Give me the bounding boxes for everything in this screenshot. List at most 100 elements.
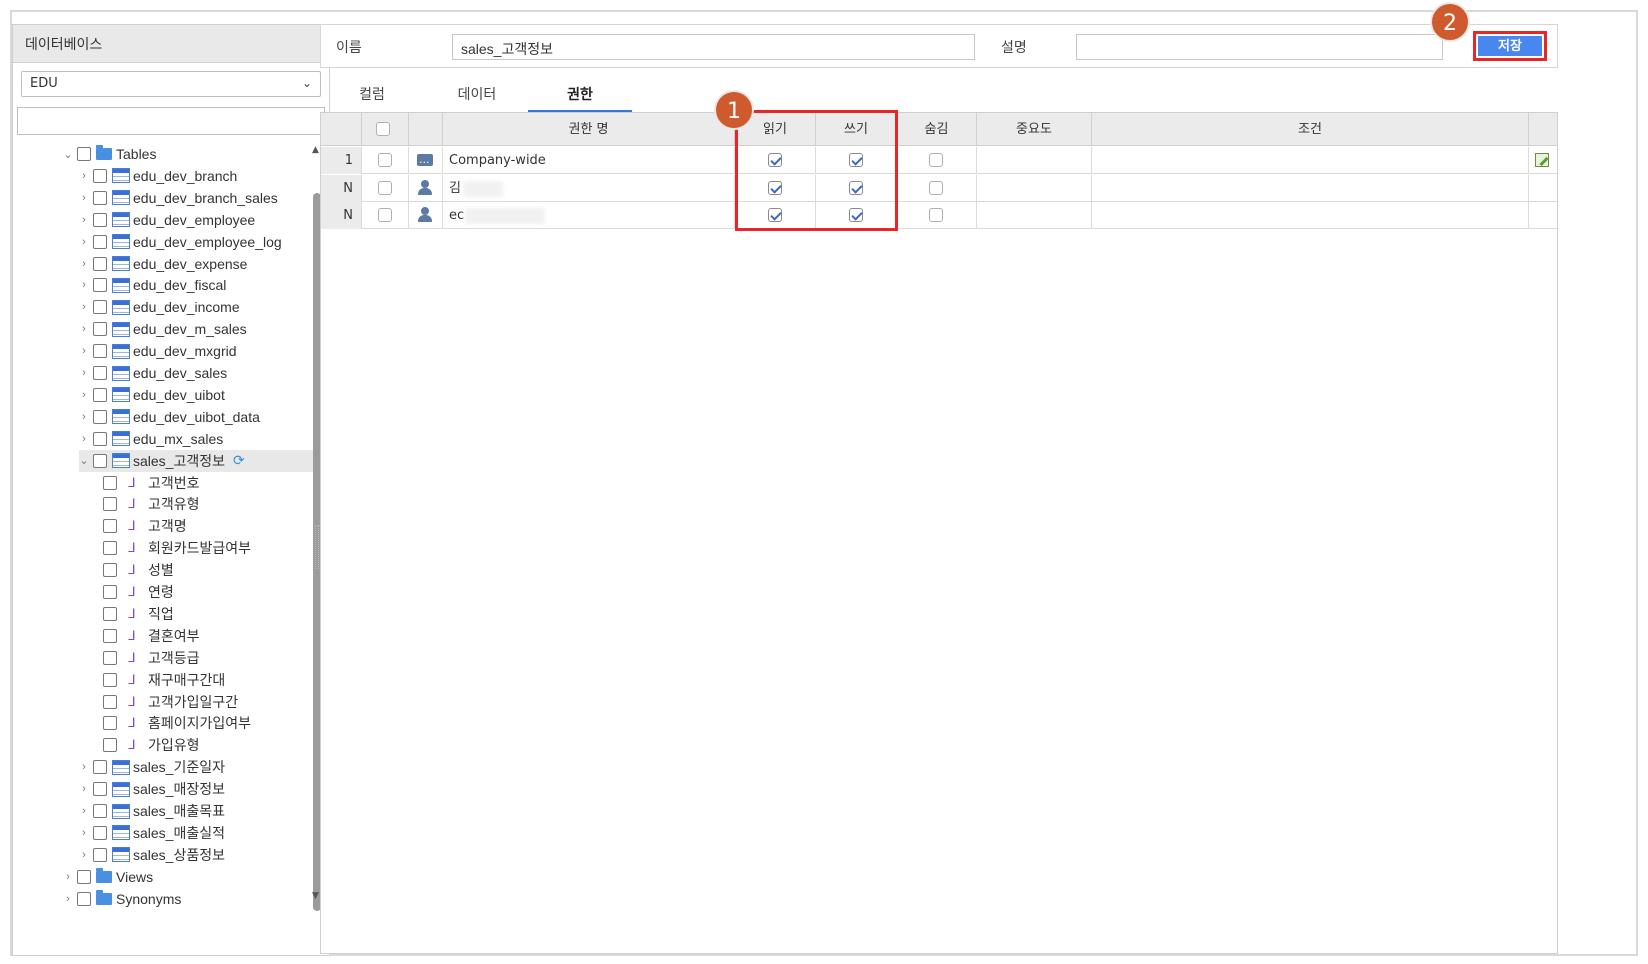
tree-table[interactable]: › edu_dev_expense	[79, 253, 313, 275]
tree-checkbox[interactable]	[93, 431, 107, 446]
row-select-checkbox[interactable]	[377, 180, 392, 195]
chevron-right-icon[interactable]: ›	[79, 170, 89, 182]
tree-column[interactable]: ⅃ 연령	[103, 581, 313, 603]
chevron-right-icon[interactable]: ›	[79, 279, 89, 291]
tree-checkbox[interactable]	[93, 366, 107, 380]
cell-importance[interactable]	[977, 202, 1092, 229]
tree-checkbox[interactable]	[103, 519, 117, 534]
database-select[interactable]: EDU ⌄	[21, 71, 321, 97]
tree-column[interactable]: ⅃ 회원카드발급여부	[103, 537, 313, 559]
chevron-right-icon[interactable]: ›	[79, 345, 89, 357]
scroll-down-icon[interactable]: ▼	[312, 891, 319, 901]
tree-checkbox[interactable]	[103, 585, 117, 599]
tree-table[interactable]: › sales_매장정보	[79, 778, 313, 800]
tree-checkbox[interactable]	[93, 300, 107, 315]
chevron-right-icon[interactable]: ›	[63, 871, 73, 883]
chevron-right-icon[interactable]: ›	[79, 367, 89, 379]
chevron-right-icon[interactable]: ›	[79, 258, 89, 270]
table-row[interactable]: 1 Company-wide	[321, 147, 1557, 176]
tree-checkbox[interactable]	[93, 409, 107, 424]
tree-column[interactable]: ⅃ 홈페이지가입여부	[103, 712, 313, 734]
tree-checkbox[interactable]	[93, 804, 107, 818]
tree-folder-synonyms[interactable]: › Synonyms	[63, 888, 313, 910]
tree-table[interactable]: › sales_매출실적	[79, 822, 313, 844]
description-field[interactable]	[1076, 34, 1443, 60]
tree-checkbox[interactable]	[93, 234, 107, 249]
tree-column[interactable]: ⅃ 성별	[103, 559, 313, 581]
tree-checkbox[interactable]	[93, 825, 107, 840]
chevron-right-icon[interactable]: ›	[79, 323, 89, 335]
tree-table[interactable]: › edu_dev_uibot_data	[79, 406, 313, 428]
chevron-right-icon[interactable]: ›	[79, 411, 89, 423]
tree-table[interactable]: › edu_dev_employee	[79, 209, 313, 231]
name-field[interactable]: sales_고객정보	[452, 34, 975, 60]
tree-folder-views[interactable]: › Views	[63, 866, 313, 888]
scroll-up-icon[interactable]: ▲	[312, 145, 319, 155]
tree-checkbox[interactable]	[93, 453, 107, 468]
tree-checkbox[interactable]	[103, 563, 117, 578]
cell-condition[interactable]	[1092, 202, 1529, 229]
tab-columns[interactable]: 컬럼	[348, 80, 396, 112]
select-all-checkbox[interactable]	[376, 122, 390, 136]
chevron-right-icon[interactable]: ›	[79, 783, 89, 795]
tree-column[interactable]: ⅃ 결혼여부	[103, 625, 313, 647]
tree-checkbox[interactable]	[93, 847, 107, 862]
tree-checkbox[interactable]	[103, 716, 117, 731]
tree-table[interactable]: › edu_dev_branch_sales	[79, 187, 313, 209]
tree-checkbox[interactable]	[93, 190, 107, 205]
tree-table[interactable]: › sales_상품정보	[79, 844, 313, 866]
tree-checkbox[interactable]	[93, 168, 107, 183]
tab-permissions[interactable]: 권한	[528, 80, 632, 112]
tree-checkbox[interactable]	[103, 475, 117, 490]
tree-checkbox[interactable]	[103, 650, 117, 665]
tree-table-selected[interactable]: ⌄ sales_고객정보 ⟳	[79, 449, 313, 472]
cell-importance[interactable]	[977, 174, 1092, 202]
table-row[interactable]: N김	[321, 174, 1557, 202]
cell-condition[interactable]	[1092, 174, 1529, 202]
tree-table[interactable]: › edu_dev_income	[79, 296, 313, 318]
edit-icon[interactable]	[1535, 153, 1549, 167]
tree-column[interactable]: ⅃ 고객명	[103, 515, 313, 537]
tree-checkbox[interactable]	[93, 278, 107, 293]
tree-checkbox[interactable]	[93, 212, 107, 227]
tree-checkbox[interactable]	[93, 256, 107, 271]
tree-filter-input[interactable]	[17, 107, 325, 135]
cell-importance[interactable]	[977, 147, 1092, 174]
row-select-checkbox[interactable]	[377, 153, 392, 167]
chevron-right-icon[interactable]: ›	[79, 827, 89, 839]
tree-column[interactable]: ⅃ 고객유형	[103, 493, 313, 515]
tree-table[interactable]: › edu_dev_mxgrid	[79, 340, 313, 362]
chevron-right-icon[interactable]: ›	[79, 214, 89, 226]
tree-column[interactable]: ⅃ 가입유형	[103, 734, 313, 756]
hide-checkbox[interactable]	[929, 153, 943, 167]
chevron-right-icon[interactable]: ›	[79, 301, 89, 313]
tree-checkbox[interactable]	[103, 606, 117, 621]
tree-column[interactable]: ⅃ 재구매구간대	[103, 669, 313, 691]
chevron-down-icon[interactable]: ⌄	[79, 454, 89, 467]
chevron-right-icon[interactable]: ›	[79, 192, 89, 204]
tree-checkbox[interactable]	[93, 344, 107, 359]
tree-checkbox[interactable]	[93, 387, 107, 402]
tree-column[interactable]: ⅃ 고객번호	[103, 472, 313, 494]
tree-checkbox[interactable]	[103, 541, 117, 556]
tree-checkbox[interactable]	[103, 694, 117, 709]
hide-checkbox[interactable]	[929, 180, 943, 195]
tree-checkbox[interactable]	[103, 738, 117, 753]
tree-table[interactable]: › edu_dev_fiscal	[79, 274, 313, 296]
tree-table[interactable]: › edu_dev_uibot	[79, 384, 313, 406]
chevron-right-icon[interactable]: ›	[79, 805, 89, 817]
tab-data[interactable]: 데이터	[446, 80, 508, 112]
tree-checkbox[interactable]	[93, 322, 107, 337]
tree-folder-tables[interactable]: ⌄ Tables	[63, 143, 313, 165]
save-button[interactable]: 저장	[1478, 36, 1542, 56]
tree-checkbox[interactable]	[77, 891, 91, 906]
tree-column[interactable]: ⅃ 고객등급	[103, 647, 313, 669]
chevron-right-icon[interactable]: ›	[79, 433, 89, 445]
tree-table[interactable]: › edu_dev_sales	[79, 362, 313, 384]
tree-checkbox[interactable]	[77, 869, 91, 884]
tree-table[interactable]: › sales_기준일자	[79, 756, 313, 778]
tree-checkbox[interactable]	[103, 628, 117, 643]
refresh-icon[interactable]: ⟳	[233, 452, 245, 469]
tree-table[interactable]: › sales_매출목표	[79, 800, 313, 822]
tree-checkbox[interactable]	[77, 147, 91, 161]
